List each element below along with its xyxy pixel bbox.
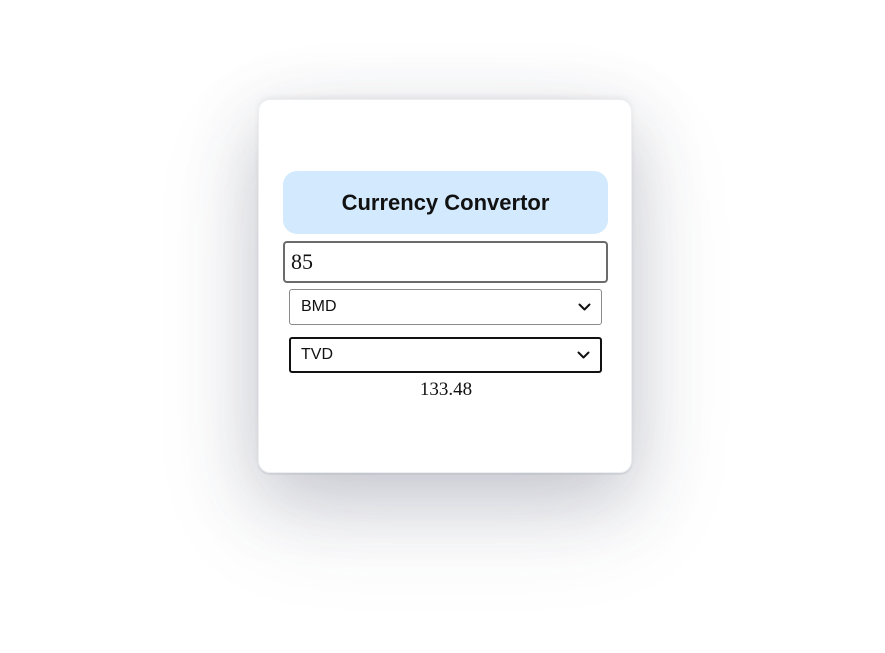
converter-card: Currency Convertor BMD TVD 133.48 [258,99,632,473]
conversion-result: 133.48 [419,379,473,400]
chevron-down-icon [576,350,590,360]
to-currency-value: TVD [301,346,333,363]
amount-input[interactable] [283,241,608,283]
to-currency-select[interactable]: TVD [289,337,602,373]
title-banner: Currency Convertor [283,171,608,234]
from-currency-select[interactable]: BMD [289,289,602,325]
chevron-down-icon [577,302,591,312]
from-currency-value: BMD [301,298,337,315]
page-title: Currency Convertor [341,189,550,215]
